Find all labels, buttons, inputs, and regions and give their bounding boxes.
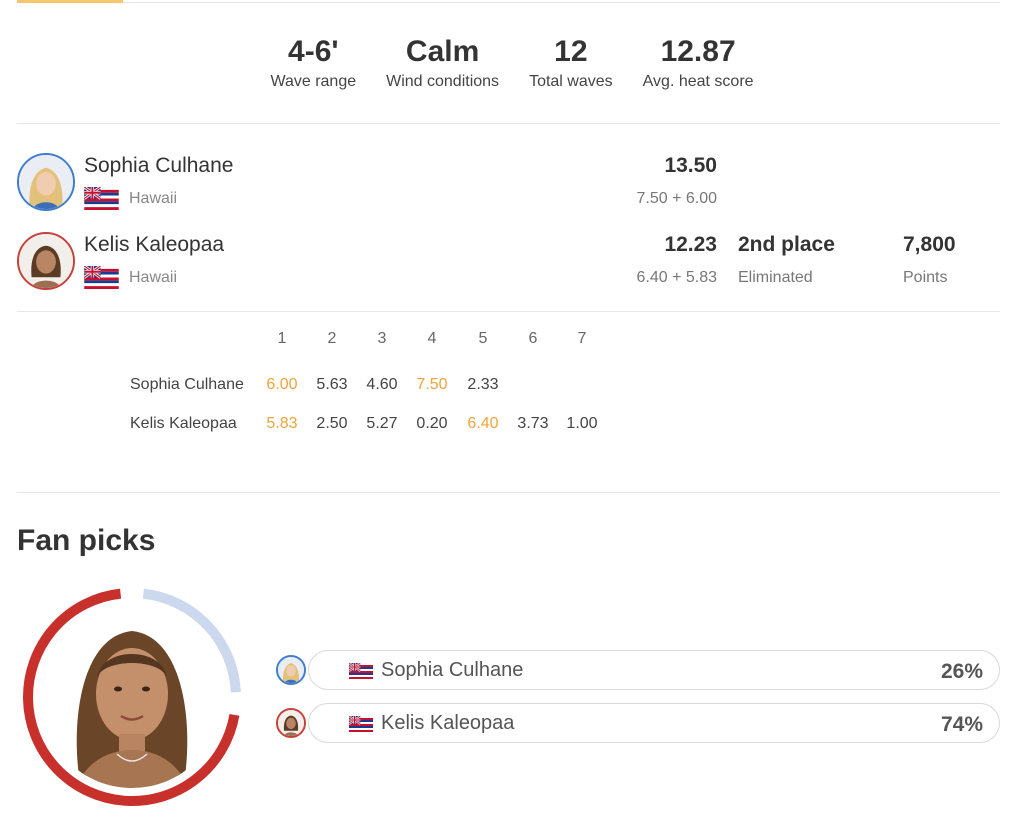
hawaii-flag-icon bbox=[349, 716, 373, 732]
score-breakdown: 7.50 + 6.00 bbox=[636, 190, 717, 207]
fan-pick-button[interactable]: Kelis Kaleopaa 74% bbox=[308, 703, 1000, 743]
wave-score-cell: 7.50 bbox=[416, 376, 448, 393]
athlete-avatar[interactable] bbox=[17, 232, 75, 290]
heat-total-score: 13.50 bbox=[664, 154, 717, 177]
wave-score-cell: 1.00 bbox=[566, 415, 598, 432]
wave-score-cell: 0.20 bbox=[416, 415, 448, 432]
divider bbox=[17, 123, 1000, 124]
athlete-name[interactable]: Kelis Kaleopaa bbox=[84, 233, 224, 257]
wave-number-header: 2 bbox=[327, 330, 337, 347]
hawaii-flag-icon bbox=[84, 266, 119, 289]
stat-wind-conditions: Calm Wind conditions bbox=[371, 34, 514, 91]
stat-label: Wave range bbox=[270, 73, 357, 90]
wave-number-header: 1 bbox=[277, 330, 287, 347]
fan-pick-row-kelis-kaleopaa[interactable]: Kelis Kaleopaa 74% bbox=[276, 703, 1000, 743]
hawaii-flag-icon bbox=[349, 663, 373, 679]
final-place: 2nd place bbox=[738, 233, 835, 256]
score-breakdown: 6.40 + 5.83 bbox=[636, 269, 717, 286]
athlete-avatar[interactable] bbox=[17, 153, 75, 211]
athlete-country: Hawaii bbox=[129, 190, 178, 207]
section-title-fan-picks: Fan picks bbox=[17, 524, 156, 557]
stat-value: 4-6' bbox=[288, 35, 339, 68]
wave-score-cell: 5.83 bbox=[266, 415, 298, 432]
wave-row-athlete-name: Kelis Kaleopaa bbox=[130, 415, 237, 432]
wave-number-header: 5 bbox=[478, 330, 488, 347]
fan-pick-button[interactable]: Sophia Culhane 26% bbox=[308, 650, 1000, 690]
stat-label: Avg. heat score bbox=[642, 73, 754, 90]
heat-total-score: 12.23 bbox=[664, 233, 717, 256]
active-tab-indicator bbox=[17, 0, 123, 3]
hawaii-flag-icon bbox=[84, 187, 119, 210]
fan-pick-row-sophia-culhane[interactable]: Sophia Culhane 26% bbox=[276, 650, 1000, 690]
stat-label: Total waves bbox=[529, 73, 613, 90]
favorite-athlete-photo bbox=[41, 606, 223, 788]
wave-number-header: 4 bbox=[427, 330, 437, 347]
athlete-row-sophia-culhane[interactable]: Sophia Culhane Hawaii 13.50 7.50 + 6.00 bbox=[17, 153, 1000, 213]
divider bbox=[17, 311, 1000, 312]
result-status: Eliminated bbox=[738, 269, 813, 286]
stat-avg-heat-score: 12.87 Avg. heat score bbox=[628, 34, 769, 91]
points-label: Points bbox=[903, 269, 948, 286]
athlete-row-kelis-kaleopaa[interactable]: Kelis Kaleopaa Hawaii 12.23 6.40 + 5.83 … bbox=[17, 232, 1000, 292]
wave-score-cell: 5.27 bbox=[366, 415, 398, 432]
tab-bar-divider bbox=[123, 2, 1000, 3]
pick-percentage: 26% bbox=[940, 660, 983, 683]
athlete-avatar[interactable] bbox=[276, 708, 306, 738]
stat-total-waves: 12 Total waves bbox=[514, 34, 628, 91]
stat-value: 12.87 bbox=[660, 35, 736, 68]
pick-percentage: 74% bbox=[940, 713, 983, 736]
wave-row-athlete-name: Sophia Culhane bbox=[130, 376, 244, 393]
athlete-name[interactable]: Sophia Culhane bbox=[84, 154, 233, 178]
wave-number-header: 7 bbox=[577, 330, 587, 347]
heat-stats: 4-6' Wave range Calm Wind conditions 12 … bbox=[0, 34, 1024, 91]
athlete-avatar[interactable] bbox=[276, 655, 306, 685]
wave-score-cell: 5.63 bbox=[316, 376, 348, 393]
wave-score-cell: 2.50 bbox=[316, 415, 348, 432]
points-value: 7,800 bbox=[903, 233, 956, 256]
divider bbox=[17, 492, 1000, 493]
stat-label: Wind conditions bbox=[386, 73, 500, 90]
wave-score-cell: 2.33 bbox=[467, 376, 499, 393]
stat-wave-range: 4-6' Wave range bbox=[255, 34, 371, 91]
pick-athlete-name: Sophia Culhane bbox=[381, 659, 524, 681]
fan-picks-ring-chart bbox=[23, 588, 241, 806]
wave-number-header: 3 bbox=[377, 330, 387, 347]
pick-athlete-name: Kelis Kaleopaa bbox=[381, 712, 515, 734]
wave-number-header: 6 bbox=[528, 330, 538, 347]
wave-score-cell: 6.40 bbox=[467, 415, 499, 432]
wave-score-cell: 6.00 bbox=[266, 376, 298, 393]
athlete-country: Hawaii bbox=[129, 269, 178, 286]
stat-value: 12 bbox=[554, 35, 588, 68]
stat-value: Calm bbox=[405, 35, 480, 68]
wave-score-cell: 4.60 bbox=[366, 376, 398, 393]
wave-score-cell: 3.73 bbox=[517, 415, 549, 432]
